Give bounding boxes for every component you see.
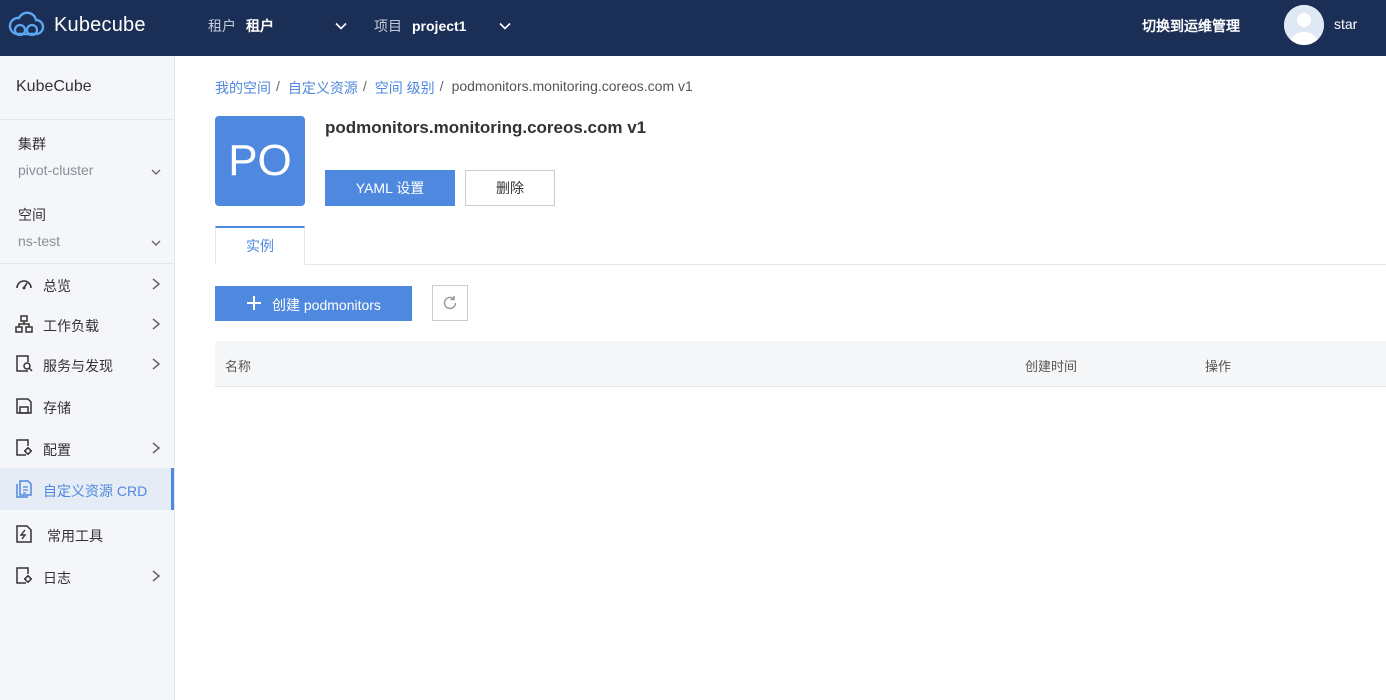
sidebar-item-label: 常用工具: [47, 528, 103, 544]
sidebar-item-service-discovery[interactable]: 服务与发现: [0, 343, 174, 385]
tab-instances[interactable]: 实例: [215, 226, 305, 265]
chevron-right-icon: [152, 318, 161, 330]
sidebar-item-storage[interactable]: 存储: [0, 385, 174, 427]
cluster-select[interactable]: pivot-cluster: [18, 162, 164, 178]
breadcrumb-separator: /: [362, 78, 367, 94]
sidebar-item-label: 日志: [43, 570, 71, 586]
cloud-logo-icon: [8, 11, 45, 37]
crd-icon: [16, 480, 32, 498]
instances-table-header: 名称 创建时间 操作: [215, 341, 1386, 387]
sidebar-item-label: 配置: [43, 442, 71, 458]
logo[interactable]: Kubecube: [6, 10, 146, 40]
log-icon: [16, 567, 32, 584]
create-podmonitors-button[interactable]: 创建 podmonitors: [215, 286, 412, 321]
breadcrumb: 我的空间 / 自定义资源 / 空间 级别 / podmonitors.monit…: [215, 78, 693, 98]
cluster-value: pivot-cluster: [18, 162, 94, 178]
service-discovery-icon: [16, 355, 33, 372]
chevron-down-icon: [499, 22, 511, 30]
refresh-button[interactable]: [432, 285, 468, 321]
plus-icon: [247, 296, 261, 310]
cluster-label: 集群: [18, 136, 46, 152]
project-label: 项目: [374, 18, 402, 34]
column-header-name: 名称: [225, 359, 252, 374]
chevron-right-icon: [152, 278, 161, 290]
sidebar-item-crd[interactable]: 自定义资源 CRD: [0, 468, 174, 510]
chevron-right-icon: [152, 358, 161, 370]
page-title: podmonitors.monitoring.coreos.com v1: [325, 118, 647, 137]
chevron-down-icon: [335, 22, 347, 30]
breadcrumb-space-level[interactable]: 空间 级别: [375, 78, 435, 98]
user-avatar-icon: [1284, 5, 1324, 45]
space-label: 空间: [18, 207, 46, 223]
top-navigation-bar: Kubecube 租户 租户 项目 project1 切换到运维管理 star: [0, 0, 1386, 56]
sidebar-item-workloads[interactable]: 工作负载: [0, 303, 174, 345]
chevron-down-icon: [151, 240, 161, 246]
column-header-created-time: 创建时间: [1025, 359, 1078, 374]
config-icon: [16, 439, 32, 456]
tenant-selector[interactable]: 租户 租户: [208, 16, 347, 36]
space-value: ns-test: [18, 233, 61, 249]
breadcrumb-my-space[interactable]: 我的空间: [215, 78, 271, 98]
sidebar-item-label: 工作负载: [43, 318, 99, 334]
username[interactable]: star: [1334, 16, 1357, 32]
resource-badge: PO: [215, 116, 305, 206]
workload-icon: [15, 315, 33, 333]
breadcrumb-custom-resources[interactable]: 自定义资源: [288, 78, 358, 98]
sidebar-item-overview[interactable]: 总览: [0, 263, 174, 305]
delete-button[interactable]: 删除: [465, 170, 555, 206]
avatar[interactable]: [1284, 5, 1324, 45]
tools-icon: [16, 525, 32, 543]
chevron-right-icon: [152, 570, 161, 582]
create-button-label: 创建 podmonitors: [272, 297, 381, 313]
sidebar-item-label: 自定义资源 CRD: [43, 483, 148, 499]
storage-icon: [16, 398, 32, 414]
tabs-divider: [215, 264, 1386, 265]
project-value: project1: [412, 18, 467, 34]
breadcrumb-separator: /: [439, 78, 444, 94]
chevron-right-icon: [152, 442, 161, 454]
sidebar-item-logs[interactable]: 日志: [0, 555, 174, 597]
breadcrumb-current: podmonitors.monitoring.coreos.com v1: [451, 78, 693, 94]
sidebar-item-label: 总览: [43, 278, 71, 294]
sidebar: KubeCube 集群 pivot-cluster 空间 ns-test 总览 …: [0, 56, 175, 700]
sidebar-item-label: 存储: [43, 400, 71, 416]
project-selector[interactable]: 项目 project1: [374, 16, 511, 36]
sidebar-item-label: 服务与发现: [43, 358, 113, 374]
sidebar-item-config[interactable]: 配置: [0, 427, 174, 469]
brand-name: Kubecube: [54, 13, 146, 36]
chevron-down-icon: [151, 169, 161, 175]
dashboard-icon: [16, 280, 32, 290]
divider: [0, 119, 174, 120]
space-select[interactable]: ns-test: [18, 233, 164, 249]
sidebar-item-tools[interactable]: 常用工具: [0, 513, 174, 555]
switch-to-ops-link[interactable]: 切换到运维管理: [1142, 16, 1240, 36]
breadcrumb-separator: /: [276, 78, 280, 94]
sidebar-title: KubeCube: [16, 78, 92, 95]
column-header-actions: 操作: [1205, 359, 1232, 374]
refresh-icon: [443, 296, 457, 310]
tenant-label: 租户: [208, 18, 236, 34]
tenant-value: 租户: [246, 18, 274, 34]
yaml-settings-button[interactable]: YAML 设置: [325, 170, 455, 206]
